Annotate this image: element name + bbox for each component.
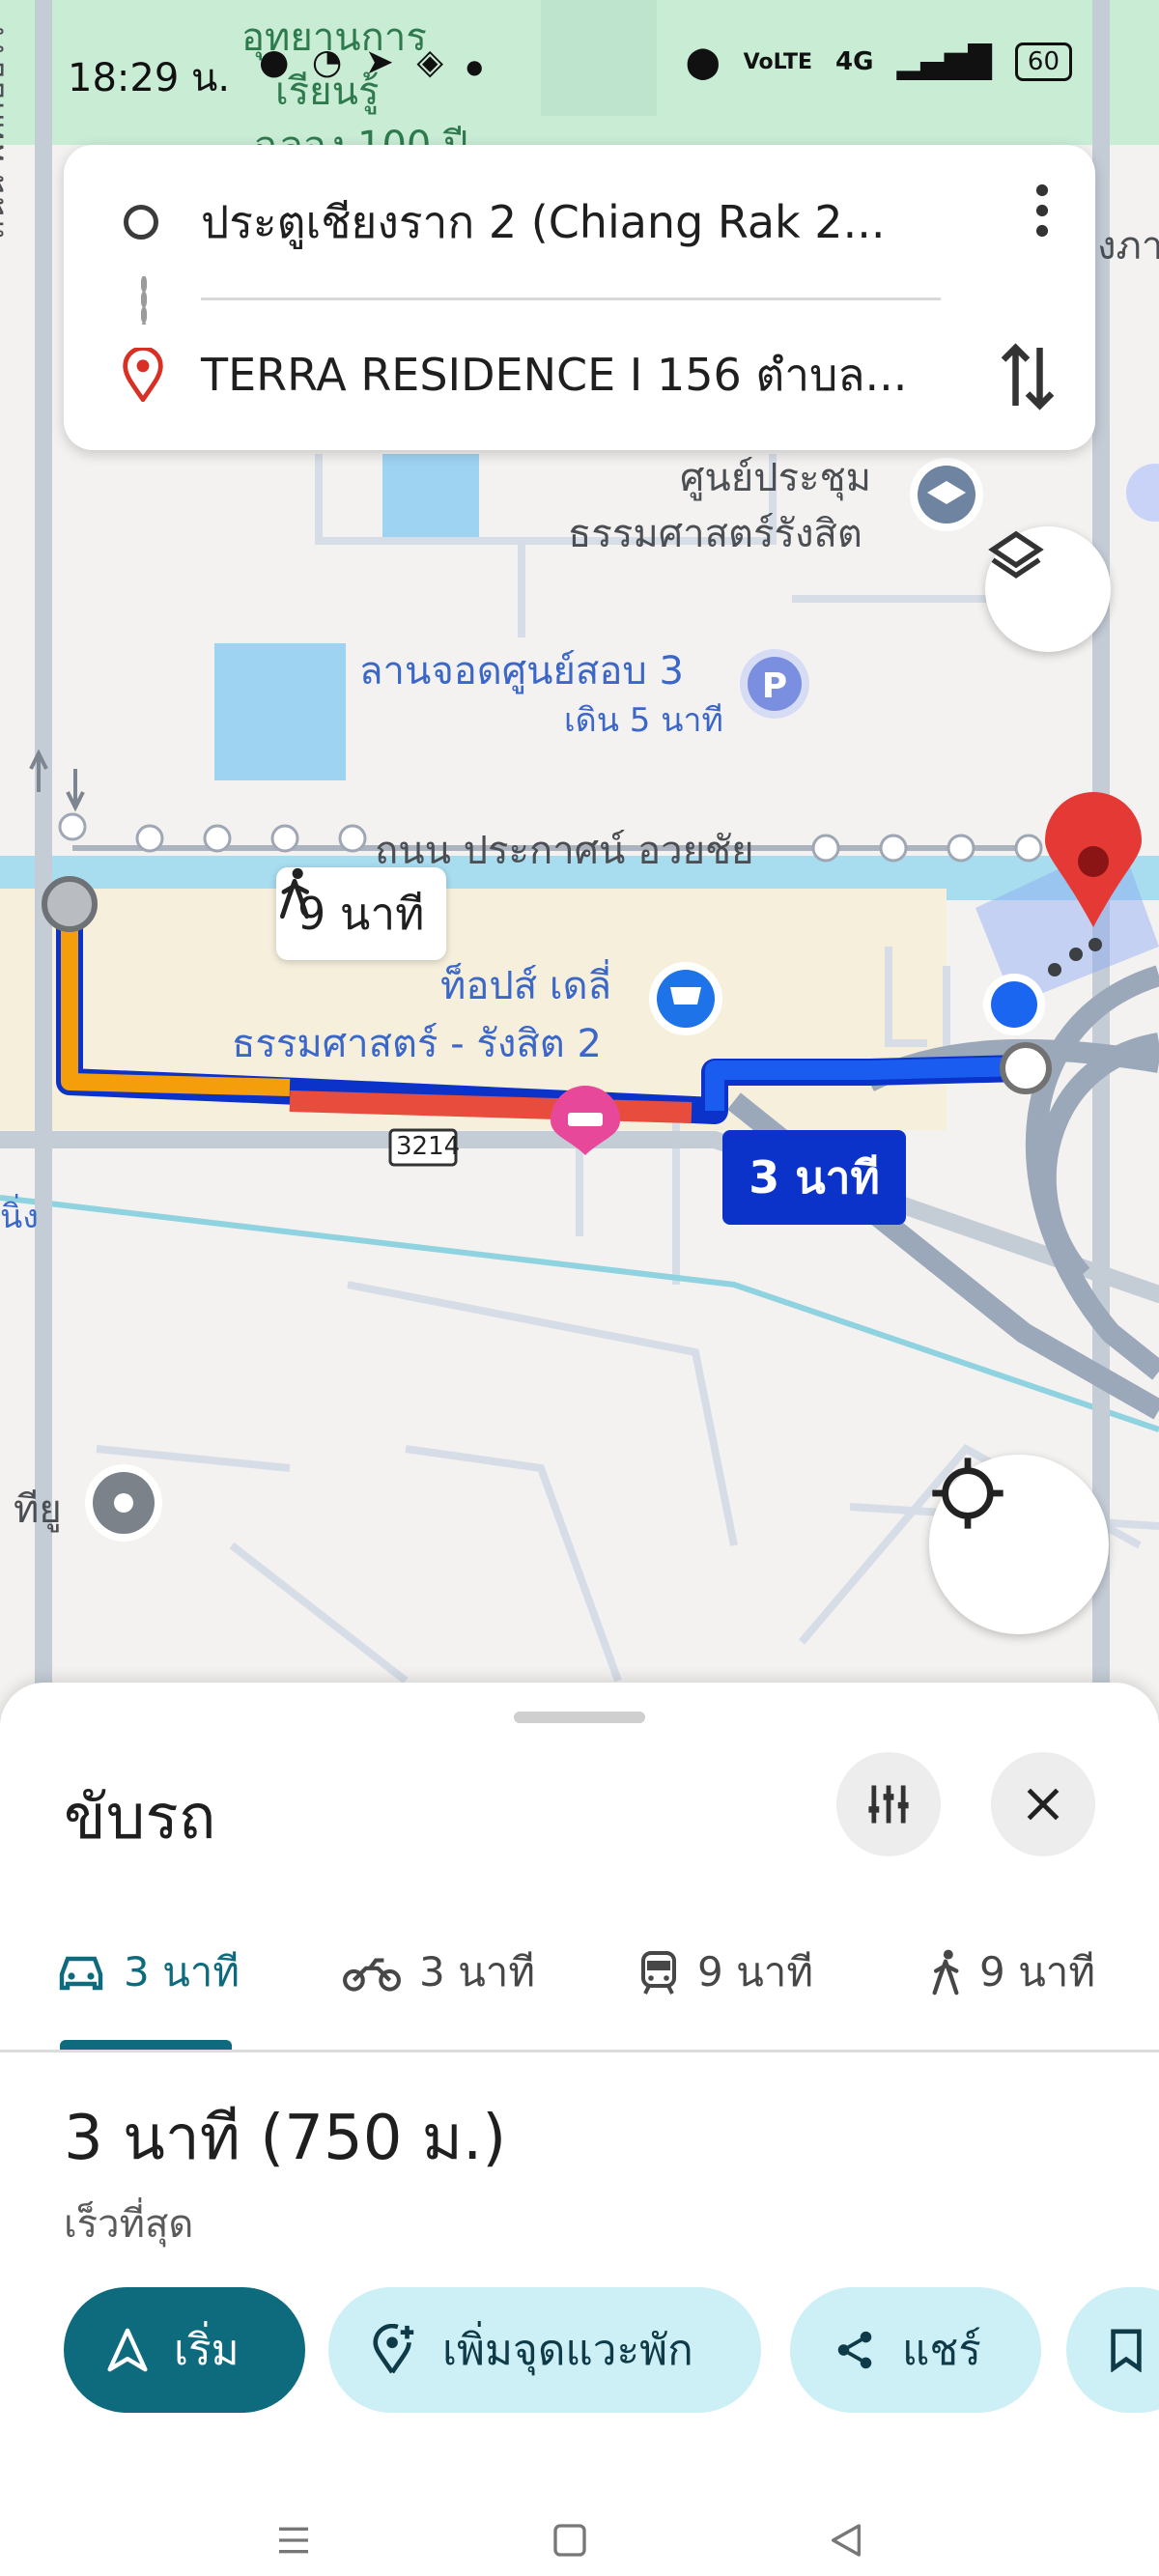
route-summary: 3 นาที (750 ม.) <box>64 2103 507 2174</box>
convention-label-1: ศูนย์ประชุม <box>680 456 872 500</box>
close-button[interactable] <box>991 1752 1095 1856</box>
telegram-icon: ➤ <box>364 42 400 82</box>
swap-vert-icon <box>1001 343 1055 410</box>
swap-button[interactable] <box>999 338 1057 415</box>
crosshair-icon <box>932 1458 1004 1529</box>
save-button[interactable] <box>1066 2287 1159 2413</box>
tab-motorcycle-label: 3 นาที <box>419 1948 536 1996</box>
tab-drive[interactable]: 3 นาที <box>56 1934 240 2011</box>
route-options-button[interactable] <box>836 1752 941 1856</box>
status-time: 18:29 น. <box>68 56 231 100</box>
tune-icon <box>868 1785 909 1824</box>
travel-mode-tabs: 3 นาที 3 นาที 9 นาที 9 นาที <box>0 1895 1159 2052</box>
route-number-label: 3214 <box>396 1132 461 1161</box>
tab-drive-label: 3 นาที <box>124 1948 240 1996</box>
origin-field[interactable]: ประตูเชียงราก 2 (Chiang Rak 2... <box>201 187 885 258</box>
tops-label-2: ธรรมศาสตร์ - รังสิต 2 <box>232 1022 602 1066</box>
tab-transit[interactable]: 9 นาที <box>637 1934 813 2011</box>
route-note: เร็วที่สุด <box>64 2202 194 2247</box>
close-icon <box>1027 1788 1060 1821</box>
my-location-dot[interactable] <box>991 981 1037 1028</box>
svg-text:P: P <box>762 666 787 706</box>
destination-field[interactable]: TERRA RESIDENCE I 156 ตำบล... <box>201 340 907 410</box>
pond-1 <box>382 454 479 541</box>
network-type: 4G <box>835 47 874 76</box>
walk-time-text: 9 นาที <box>297 887 425 940</box>
more-options-button[interactable] <box>1035 184 1049 249</box>
status-indicators: ⬤ VoLTE 4G ▂▄▆█ 60 <box>686 42 1072 81</box>
layers-icon <box>988 530 1044 579</box>
origin-row[interactable]: ประตูเชียงราก 2 (Chiang Rak 2... <box>64 164 1095 280</box>
bookmark-icon <box>1111 2329 1142 2372</box>
tab-motorcycle[interactable]: 3 นาที <box>342 1934 535 2011</box>
signal-icon: ▂▄▆█ <box>896 43 992 80</box>
origin-circle-icon <box>124 205 158 240</box>
destination-row[interactable]: TERRA RESIDENCE I 156 ตำบล... <box>64 317 1095 433</box>
directions-card: ประตูเชียงราก 2 (Chiang Rak 2... TERRA R… <box>64 145 1095 450</box>
walk-icon <box>932 1949 959 1996</box>
system-nav-bar <box>0 2504 1159 2576</box>
route-red-segment <box>289 1090 693 1123</box>
tab-walk[interactable]: 9 นาที <box>929 1934 1095 2011</box>
destination-pin-icon <box>123 348 163 402</box>
diamond-icon: ◈ <box>416 42 450 82</box>
motorcycle-icon <box>343 1958 401 1992</box>
car-icon <box>59 1956 103 1991</box>
drag-handle[interactable] <box>514 1712 645 1723</box>
tab-walk-label: 9 นาที <box>979 1948 1096 1996</box>
pond-2 <box>214 643 346 780</box>
fields-divider <box>201 297 941 300</box>
add-stop-button[interactable]: เพิ่มจุดแวะพัก <box>328 2287 761 2413</box>
start-button-label: เริ่ม <box>174 2326 240 2375</box>
map-label-top-right: งภา <box>1097 224 1159 269</box>
share-label: แชร์ <box>902 2326 981 2375</box>
left-edge-label: นิ่ง <box>0 1198 39 1236</box>
convention-label-2: ธรรมศาสตร์รังสิต <box>568 512 862 556</box>
tu-place-label: ทียู <box>14 1487 62 1532</box>
walk-time-bubble[interactable]: 9 นาที <box>276 867 446 960</box>
drive-time-badge[interactable]: 3 นาที <box>722 1130 906 1225</box>
chat-bubble-icon: ● <box>259 42 296 82</box>
navigation-arrow-icon <box>107 2328 148 2372</box>
travel-mode-title: ขับรถ <box>64 1782 216 1854</box>
tops-label-1: ท็อปส์ เดลี่ <box>440 964 612 1008</box>
start-button[interactable]: เริ่ม <box>64 2287 305 2413</box>
tab-transit-label: 9 นาที <box>697 1948 814 1996</box>
location-icon: ⬤ <box>685 43 721 80</box>
parking-label-1: ลานจอดศูนย์สอบ 3 <box>359 649 684 694</box>
add-stop-label: เพิ่มจุดแวะพัก <box>442 2326 693 2375</box>
back-icon[interactable] <box>827 2521 865 2560</box>
home-icon[interactable] <box>551 2521 589 2560</box>
share-icon <box>837 2331 872 2369</box>
volte-indicator: VoLTE <box>743 49 813 74</box>
notification-icons: ● ◔ ➤ ◈ ● <box>259 42 489 82</box>
add-location-icon <box>373 2324 414 2374</box>
route-start-marker[interactable] <box>42 876 98 932</box>
walk-icon <box>279 867 310 920</box>
status-bar: 18:29 น. ● ◔ ➤ ◈ ● ⬤ VoLTE 4G ▂▄▆█ 60 <box>0 0 1159 135</box>
directions-sheet: ขับรถ 3 นาที 3 นาที 9 นาที 9 นาที 3 นาที… <box>0 1683 1159 2576</box>
recent-apps-icon[interactable] <box>274 2521 313 2560</box>
battery-indicator: 60 <box>1014 42 1072 81</box>
recenter-button[interactable] <box>929 1455 1109 1634</box>
more-vert-icon <box>1035 184 1049 238</box>
dot-icon: ● <box>466 55 489 78</box>
parking-label-2: เดิน 5 นาที <box>564 701 723 740</box>
share-button[interactable]: แชร์ <box>790 2287 1041 2413</box>
transit-icon <box>641 1951 676 1995</box>
layers-button[interactable] <box>985 526 1111 652</box>
messenger-icon: ◔ <box>311 42 349 82</box>
route-end-marker[interactable] <box>1000 1042 1052 1094</box>
active-tab-indicator <box>60 2040 232 2050</box>
